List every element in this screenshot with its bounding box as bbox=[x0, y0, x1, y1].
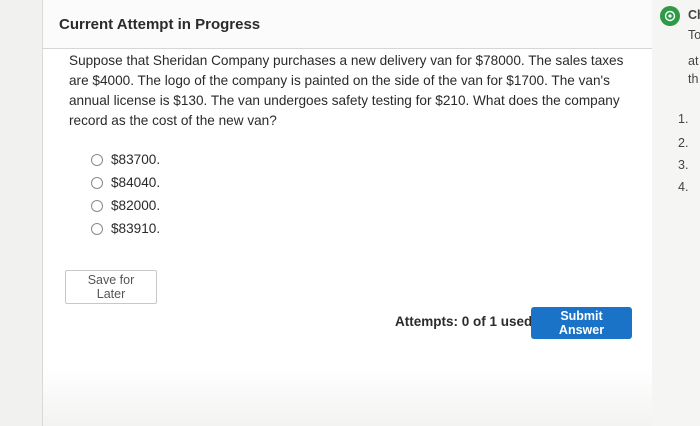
answer-option[interactable]: $84040. bbox=[91, 171, 160, 194]
radio-button[interactable] bbox=[91, 153, 103, 166]
side-panel-text: th bbox=[688, 72, 699, 86]
page-title: Current Attempt in Progress bbox=[59, 16, 261, 33]
side-panel-heading: Ch bbox=[688, 8, 700, 22]
side-list-number: 3. bbox=[678, 158, 689, 172]
side-panel: Ch To at th 1. 2. 3. 4. bbox=[652, 0, 700, 426]
question-panel: Current Attempt in Progress Suppose that… bbox=[42, 0, 653, 426]
attempt-header: Current Attempt in Progress bbox=[43, 0, 653, 49]
submit-answer-button[interactable]: Submit Answer bbox=[531, 307, 632, 339]
side-list-number: 2. bbox=[678, 136, 689, 150]
answer-option-label: $84040. bbox=[111, 175, 161, 190]
side-panel-text: To bbox=[688, 28, 700, 42]
answer-option[interactable]: $82000. bbox=[91, 194, 160, 217]
radio-button[interactable] bbox=[91, 199, 103, 212]
attempts-counter: Attempts: 0 of 1 used bbox=[395, 314, 533, 329]
side-list-number: 4. bbox=[678, 180, 689, 194]
side-list-number: 1. bbox=[678, 112, 689, 126]
question-text: Suppose that Sheridan Company purchases … bbox=[69, 53, 624, 128]
answer-option[interactable]: $83700. bbox=[91, 148, 160, 171]
answer-option-label: $83910. bbox=[111, 221, 161, 236]
answer-options: $83700. $84040. $82000. $83910. bbox=[91, 148, 160, 240]
answer-option-label: $82000. bbox=[111, 198, 161, 213]
answer-option-label: $83700. bbox=[111, 152, 161, 167]
radio-button[interactable] bbox=[91, 222, 103, 235]
chat-assistant-icon[interactable] bbox=[660, 6, 680, 26]
radio-button[interactable] bbox=[91, 176, 103, 189]
answer-option[interactable]: $83910. bbox=[91, 217, 160, 240]
side-panel-text: at bbox=[688, 54, 699, 68]
save-for-later-button[interactable]: Save for Later bbox=[65, 270, 157, 304]
flower-icon bbox=[664, 10, 676, 22]
